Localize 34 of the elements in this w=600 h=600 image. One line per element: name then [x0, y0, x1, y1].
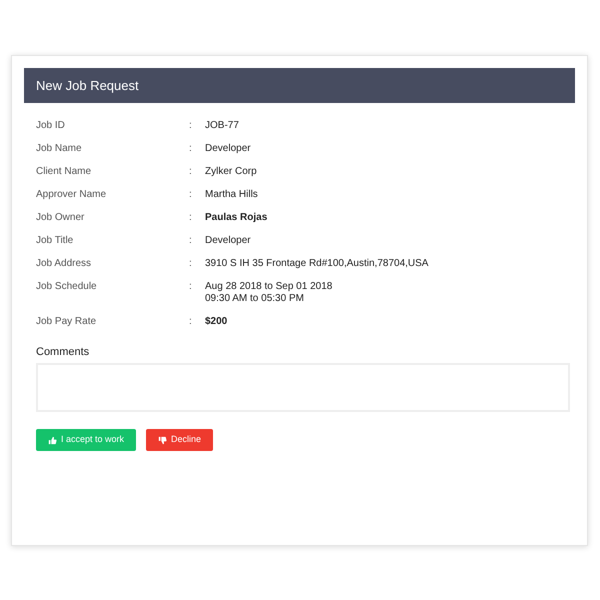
decline-button[interactable]: Decline	[146, 429, 214, 451]
field-label: Job Owner	[36, 212, 86, 224]
thumbs-down-icon	[158, 436, 168, 444]
field-value: Zylker Corp	[205, 166, 257, 178]
field-label: Job Title	[36, 235, 74, 247]
field-label: Client Name	[36, 166, 92, 178]
field-value: Paulas Rojas	[205, 212, 268, 224]
field-value: JOB-77	[205, 120, 239, 132]
field-label: Job Address	[36, 258, 92, 270]
field-label: Job ID	[36, 120, 66, 132]
separator: :	[189, 258, 193, 270]
accept-button[interactable]: I accept to work	[36, 429, 136, 451]
field-label: Job Pay Rate	[36, 316, 98, 328]
separator: :	[189, 281, 193, 294]
field-value: Developer	[205, 235, 251, 247]
separator: :	[189, 143, 193, 155]
thumbs-up-icon	[48, 436, 57, 444]
field-label: Job Name	[36, 143, 83, 155]
header-title: New Job Request	[36, 76, 139, 95]
separator: :	[189, 316, 193, 328]
field-value: Developer	[205, 143, 251, 155]
field-value: 09:30 AM to 05:30 PM	[205, 293, 305, 305]
field-value: Martha Hills	[205, 189, 258, 201]
field-value: Aug 28 2018 to Sep 01 2018	[205, 281, 332, 293]
comments-label: Comments	[36, 345, 90, 359]
separator: :	[189, 120, 193, 132]
field-value: 3910 S IH 35 Frontage Rd#100,Austin,78704,USA	[205, 258, 428, 270]
field-label: Job Schedule	[36, 281, 98, 294]
separator: :	[189, 212, 193, 224]
field-value: $200	[205, 316, 228, 328]
separator: :	[189, 189, 193, 201]
field-label: Approver Name	[36, 189, 108, 201]
separator: :	[189, 166, 193, 178]
separator: :	[189, 235, 193, 247]
